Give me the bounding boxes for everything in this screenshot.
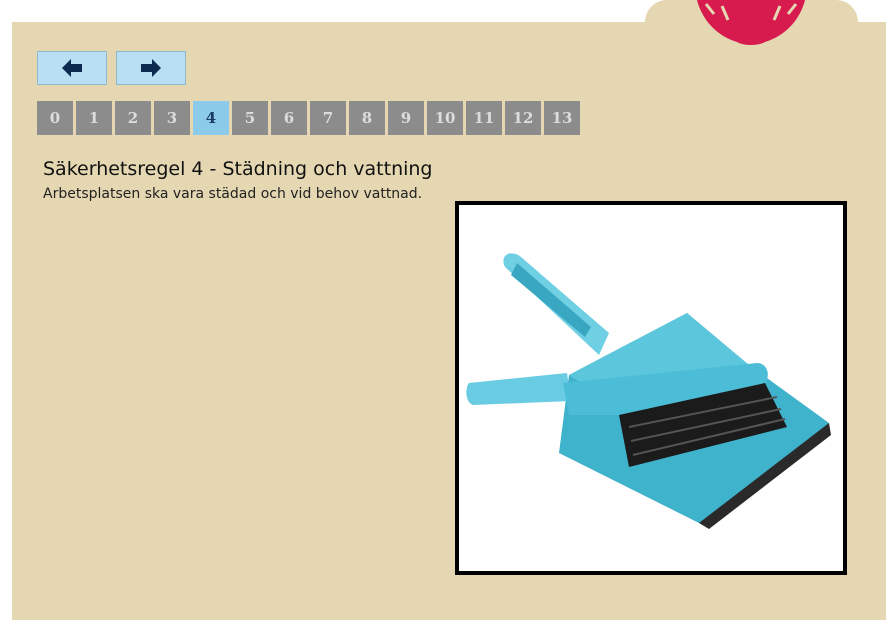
dustpan-brush-image	[466, 253, 831, 529]
page-button-6[interactable]: 6	[271, 101, 307, 135]
page-button-7[interactable]: 7	[310, 101, 346, 135]
page-selector: 0 1 2 3 4 5 6 7 8 9 10 11 12 13	[37, 101, 580, 135]
page-button-9[interactable]: 9	[388, 101, 424, 135]
next-button[interactable]	[116, 51, 186, 85]
page-description: Arbetsplatsen ska vara städad och vid be…	[43, 186, 423, 202]
page-button-0[interactable]: 0	[37, 101, 73, 135]
page-button-5[interactable]: 5	[232, 101, 268, 135]
arrow-left-icon	[62, 59, 82, 77]
page-button-4[interactable]: 4	[193, 101, 229, 135]
page-button-3[interactable]: 3	[154, 101, 190, 135]
page-button-1[interactable]: 1	[76, 101, 112, 135]
page-button-8[interactable]: 8	[349, 101, 385, 135]
page-button-11[interactable]: 11	[466, 101, 502, 135]
logo-icon	[697, 0, 805, 45]
arrow-right-icon	[141, 59, 161, 77]
illustration-frame	[455, 201, 847, 575]
previous-button[interactable]	[37, 51, 107, 85]
page-button-2[interactable]: 2	[115, 101, 151, 135]
page-title: Säkerhetsregel 4 - Städning och vattning	[43, 158, 433, 180]
page-button-10[interactable]: 10	[427, 101, 463, 135]
page-button-13[interactable]: 13	[544, 101, 580, 135]
page-button-12[interactable]: 12	[505, 101, 541, 135]
